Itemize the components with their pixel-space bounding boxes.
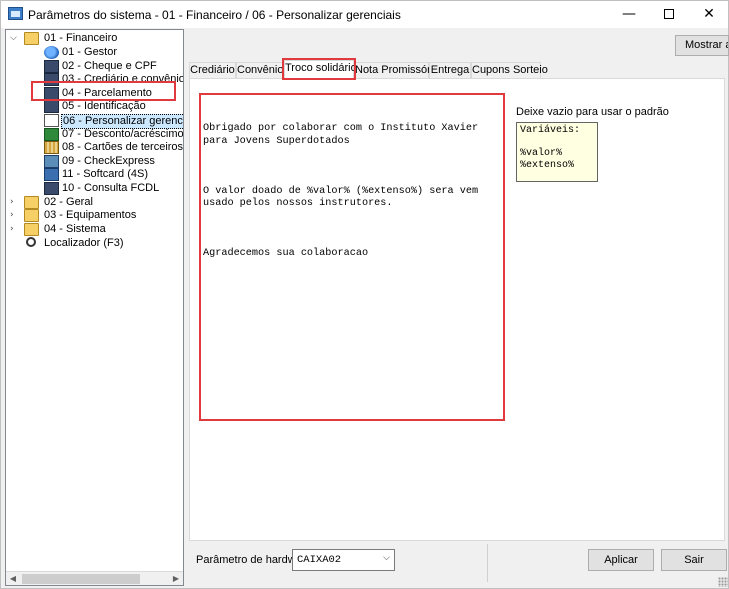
scroll-thumb[interactable] xyxy=(22,574,140,584)
barcode-icon xyxy=(44,141,59,154)
card-icon xyxy=(44,100,59,113)
search-icon xyxy=(26,237,36,247)
maximize-icon xyxy=(664,9,674,19)
exit-button[interactable]: Sair xyxy=(661,549,727,571)
tab-nota-promissoria[interactable]: Nota Promissória xyxy=(354,62,439,78)
settings-tree[interactable]: ⌵ 01 - Financeiro 01 - Gestor 02 - Chequ… xyxy=(5,29,184,586)
tree-horizontal-scrollbar[interactable]: ◀ ▶ xyxy=(6,571,183,585)
close-button[interactable]: ✕ xyxy=(689,1,729,28)
apply-button[interactable]: Aplicar xyxy=(588,549,654,571)
tree-item-label: 05 - Identificação xyxy=(62,100,146,112)
folder-open-icon xyxy=(24,32,39,45)
app-window-icon xyxy=(8,7,23,20)
expand-icon[interactable]: › xyxy=(10,224,19,235)
folder-search-icon xyxy=(24,196,39,209)
divider xyxy=(487,544,488,582)
message-line-2: O valor doado de %valor% (%extenso%) ser… xyxy=(203,185,485,210)
tab-entrega[interactable]: Entrega xyxy=(429,62,471,78)
tab-highlight-annotation xyxy=(282,58,356,80)
tree-item-label: 01 - Financeiro xyxy=(44,32,118,44)
message-line-1: Obrigado por colaborar com o Instituto X… xyxy=(203,123,485,147)
tree-item-label: Localizador (F3) xyxy=(44,237,124,249)
globe-icon xyxy=(44,46,59,59)
folder-search-icon xyxy=(24,223,39,236)
variables-title: Variáveis: xyxy=(520,125,581,136)
maximize-button[interactable] xyxy=(649,1,689,28)
default-hint-label: Deixe vazio para usar o padrão xyxy=(516,106,669,118)
tree-item-label: 06 - Personalizar gerenciais xyxy=(61,114,183,129)
minimize-button[interactable]: — xyxy=(609,1,649,28)
expand-icon[interactable]: › xyxy=(10,210,19,221)
check-icon xyxy=(44,155,59,168)
scroll-left-icon[interactable]: ◀ xyxy=(6,572,20,585)
phone-icon xyxy=(44,168,59,181)
tree-item-label: 03 - Equipamentos xyxy=(44,209,137,221)
tree-item-label: 09 - CheckExpress xyxy=(62,155,155,167)
tree-item-label: 10 - Consulta FCDL xyxy=(62,182,160,194)
show-help-button[interactable]: Mostrar ajuda xyxy=(675,35,729,56)
collapse-icon[interactable]: ⌵ xyxy=(10,33,19,44)
variable-valor: %valor% xyxy=(520,148,563,159)
chevron-down-icon[interactable]: ⌵ xyxy=(383,553,390,563)
hardware-parameter-select[interactable]: CAIXA02 ⌵ xyxy=(292,549,395,571)
folder-search-icon xyxy=(24,209,39,222)
variable-extenso: %extenso% xyxy=(520,159,575,171)
expand-icon[interactable]: › xyxy=(10,197,19,208)
tab-crediario[interactable]: Crediário xyxy=(189,62,236,78)
main-window: Parâmetros do sistema - 01 - Financeiro … xyxy=(0,0,729,589)
window-title: Parâmetros do sistema - 01 - Financeiro … xyxy=(28,8,401,22)
card-icon xyxy=(44,182,59,195)
variables-box: Variáveis: %valor% %extenso% xyxy=(516,122,598,182)
message-line-3: Agradecemos sua colaboracao xyxy=(203,248,369,259)
tab-cupons-sorteio[interactable]: Cupons Sorteio xyxy=(471,62,548,78)
resize-grip-icon[interactable] xyxy=(718,577,728,587)
selection-highlight-annotation xyxy=(31,81,176,101)
card-icon xyxy=(44,60,59,73)
tab-convenio[interactable]: Convênio xyxy=(236,62,284,78)
edit-document-icon xyxy=(44,114,59,127)
title-bar: Parâmetros do sistema - 01 - Financeiro … xyxy=(1,1,728,28)
tree-item-label: 02 - Cheque e CPF xyxy=(62,60,157,72)
tree-item-label: 07 - Desconto/acréscimo auto xyxy=(62,128,184,140)
money-icon xyxy=(44,128,59,141)
message-textarea[interactable]: Obrigado por colaborar com o Instituto X… xyxy=(199,93,505,421)
tree-item-label: 02 - Geral xyxy=(44,196,93,208)
tree-item-label: 11 - Softcard (4S) xyxy=(62,168,148,180)
tree-item-label: 04 - Sistema xyxy=(44,223,106,235)
hardware-parameter-value: CAIXA02 xyxy=(297,554,342,566)
tree-item-label: 08 - Cartões de terceiros xyxy=(62,141,184,153)
scroll-right-icon[interactable]: ▶ xyxy=(169,572,183,585)
tree-item-label: 01 - Gestor xyxy=(62,46,118,58)
